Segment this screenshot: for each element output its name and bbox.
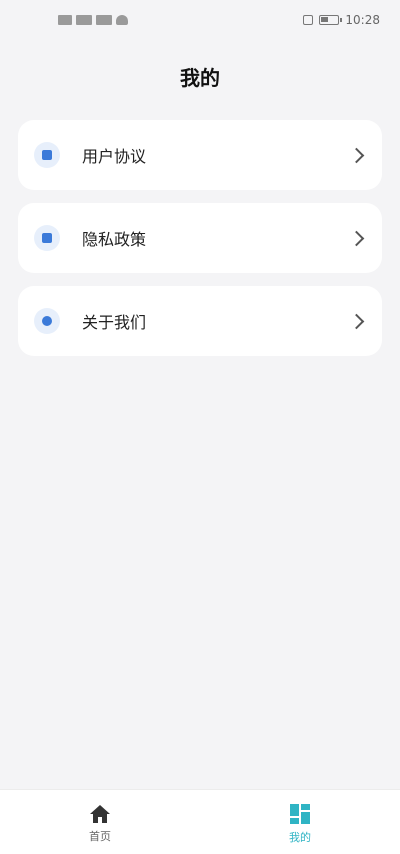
signal-icon xyxy=(96,15,112,25)
vibrate-icon xyxy=(303,15,314,25)
nav-item-mine[interactable]: 我的 xyxy=(200,790,400,854)
menu-item-privacy-policy[interactable]: 隐私政策 xyxy=(18,203,382,273)
menu-item-label: 关于我们 xyxy=(82,313,147,332)
privacy-icon xyxy=(34,225,60,251)
nav-label-mine: 我的 xyxy=(289,831,311,844)
status-bar: 10:28 xyxy=(0,0,400,44)
bottom-nav: 首页 我的 xyxy=(0,789,400,854)
menu-item-label: 用户协议 xyxy=(82,147,147,166)
page-title: 我的 xyxy=(180,66,220,90)
dashboard-icon xyxy=(290,804,310,824)
menu-item-about-us[interactable]: 关于我们 xyxy=(18,286,382,356)
battery-icon xyxy=(319,15,343,25)
chevron-right-icon xyxy=(348,230,365,246)
chevron-right-icon xyxy=(348,313,365,329)
home-icon xyxy=(90,805,110,823)
nav-label-home: 首页 xyxy=(89,830,111,843)
chevron-right-icon xyxy=(348,147,365,163)
wifi-icon xyxy=(116,15,128,25)
status-right: 10:28 xyxy=(303,13,380,27)
info-icon xyxy=(34,308,60,334)
sim-card-icon xyxy=(58,15,72,25)
nav-item-home[interactable]: 首页 xyxy=(0,790,200,854)
signal-icon xyxy=(76,15,92,25)
status-indicators xyxy=(58,15,128,25)
menu-item-label: 隐私政策 xyxy=(82,230,147,249)
menu-item-user-agreement[interactable]: 用户协议 xyxy=(18,120,382,190)
document-icon xyxy=(34,142,60,168)
status-time: 10:28 xyxy=(345,13,380,27)
